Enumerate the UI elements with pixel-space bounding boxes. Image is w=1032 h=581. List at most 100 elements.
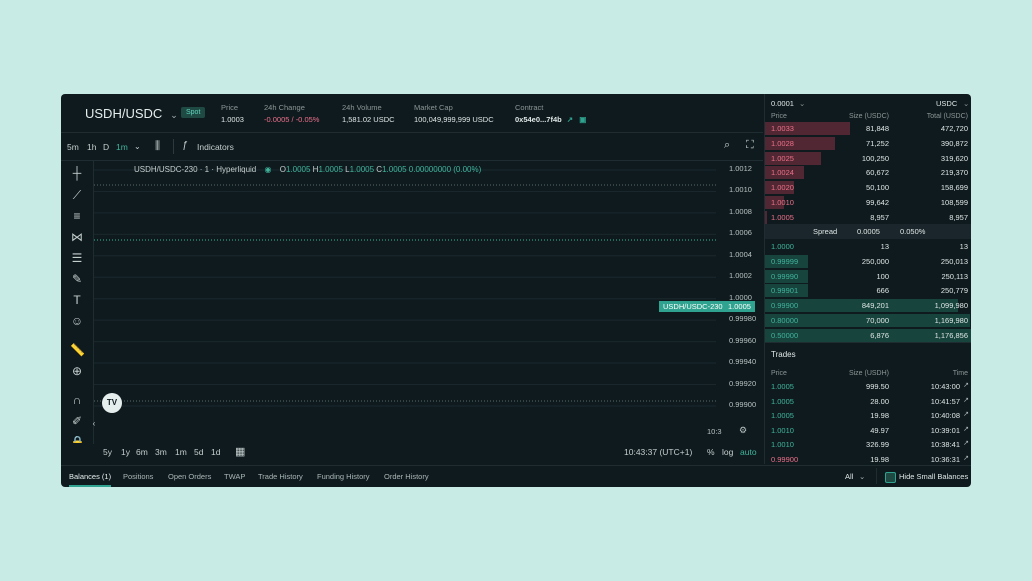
crosshair-icon[interactable]: ┼ (70, 166, 84, 180)
ask-row[interactable]: 1.0020 50,100 158,699 (765, 181, 971, 195)
pattern-icon[interactable]: ⋈ (70, 230, 84, 244)
fib-icon[interactable]: ☰ (70, 251, 84, 265)
ask-row[interactable]: 1.0033 81,848 472,720 (765, 122, 971, 136)
quote-select[interactable]: USDC (936, 99, 957, 108)
emoji-icon[interactable]: ☺ (70, 314, 84, 328)
range-3m[interactable]: 3m (155, 447, 167, 457)
external-link-icon[interactable]: ↗ (963, 425, 969, 433)
tradingview-logo[interactable]: TV (102, 393, 122, 413)
trendline-icon[interactable]: ⟋ (70, 188, 84, 202)
bid-row[interactable]: 0.99999 250,000 250,013 (765, 254, 971, 269)
range-5d[interactable]: 5d (194, 447, 203, 457)
filter-select[interactable]: All (845, 472, 853, 481)
trade-row[interactable]: 1.0005 19.98 10:40:08 ↗ (765, 409, 971, 423)
y-tick-label: 1.0002 (729, 271, 752, 281)
hide-small-checkbox[interactable] (885, 472, 896, 483)
interval-1h[interactable]: 1h (87, 142, 96, 152)
copy-icon[interactable]: ▣ (579, 115, 586, 124)
trade-row[interactable]: 1.0005 28.00 10:41:57 ↗ (765, 395, 971, 409)
ask-row[interactable]: 1.0025 100,250 319,620 (765, 151, 971, 166)
range-6m[interactable]: 6m (136, 447, 148, 457)
range-1m[interactable]: 1m (175, 447, 187, 457)
tab-positions[interactable]: Positions (123, 472, 153, 481)
trading-app: USDH/USDC ⌄ Spot Price 1.0003 24h Change … (61, 94, 971, 487)
external-link-icon[interactable]: ↗ (963, 439, 969, 447)
interval-5m[interactable]: 5m (67, 142, 79, 152)
row-total: 250,779 (940, 286, 968, 296)
interval-d[interactable]: D (103, 142, 109, 152)
range-1d[interactable]: 1d (211, 447, 220, 457)
percent-toggle[interactable]: % (707, 447, 715, 457)
bid-row[interactable]: 0.99990 100 250,113 (765, 269, 971, 284)
external-link-icon[interactable]: ↗ (963, 454, 969, 462)
settings-gear-icon[interactable]: ⚙ (739, 425, 747, 436)
fx-icon[interactable]: ƒ (182, 140, 188, 151)
trade-price: 1.0005 (771, 396, 794, 406)
stat-price: Price 1.0003 (221, 103, 244, 124)
external-link-icon[interactable]: ↗ (567, 115, 573, 124)
trades-col-price: Price (771, 370, 787, 377)
ask-row[interactable]: 1.0010 99,642 108,599 (765, 196, 971, 210)
row-total: 1,099,980 (934, 301, 968, 311)
row-size: 60,672 (866, 168, 889, 178)
bid-row[interactable]: 1.0000 13 13 (765, 240, 971, 254)
row-size: 13 (880, 242, 889, 251)
candles-icon[interactable]: ⫼ (155, 140, 160, 153)
trade-size: 999.50 (866, 382, 889, 391)
external-link-icon[interactable]: ↗ (963, 381, 969, 389)
clock-time[interactable]: 10:43:37 (UTC+1) (624, 447, 692, 457)
lock-draw-icon[interactable]: ✐ (70, 414, 84, 428)
range-1y[interactable]: 1y (121, 447, 130, 457)
price-plot[interactable]: USDH/USDC-230 · 1 · Hyperliquid ◉ O1.000… (94, 161, 716, 431)
auto-toggle[interactable]: auto (740, 447, 757, 457)
external-link-icon[interactable]: ↗ (963, 396, 969, 404)
tab-order-history[interactable]: Order History (384, 472, 429, 481)
brush-icon[interactable]: ✎ (70, 272, 84, 286)
trade-row[interactable]: 1.0010 49.97 10:39:01 ↗ (765, 424, 971, 438)
trade-row[interactable]: 1.0010 326.99 10:38:41 ↗ (765, 438, 971, 452)
chart-legend: USDH/USDC-230 · 1 · Hyperliquid ◉ O1.000… (134, 165, 482, 174)
zoom-in-icon[interactable]: ⊕ (70, 364, 84, 378)
calendar-icon[interactable]: ▦ (235, 445, 245, 458)
chevron-down-icon[interactable]: ⌄ (134, 142, 141, 151)
lock-icon[interactable]: 🔒 (70, 435, 84, 443)
chevron-down-icon[interactable]: ⌄ (963, 99, 969, 108)
tab-twap[interactable]: TWAP (224, 472, 245, 481)
tick-size-select[interactable]: 0.0001 (771, 99, 794, 108)
chevron-down-icon[interactable]: ⌄ (799, 99, 805, 108)
bid-row[interactable]: 0.99901 666 250,779 (765, 284, 971, 298)
tab-balances[interactable]: Balances (1) (69, 472, 112, 487)
indicators-button[interactable]: Indicators (197, 142, 234, 152)
range-5y[interactable]: 5y (103, 447, 112, 457)
ask-row[interactable]: 1.0024 60,672 219,370 (765, 166, 971, 180)
ask-row[interactable]: 1.0005 8,957 8,957 (765, 210, 971, 225)
text-icon[interactable]: T (70, 293, 84, 307)
external-link-icon[interactable]: ↗ (963, 410, 969, 418)
trades-title: Trades (771, 350, 796, 359)
interval-1m[interactable]: 1m (116, 142, 128, 152)
bid-row[interactable]: 0.80000 70,000 1,169,980 (765, 314, 971, 328)
bid-row[interactable]: 0.50000 6,876 1,176,856 (765, 328, 971, 343)
hide-small-label[interactable]: Hide Small Balances (899, 472, 968, 481)
log-toggle[interactable]: log (722, 447, 733, 457)
search-zoom-icon[interactable]: ⌕ (724, 139, 730, 152)
tab-funding-history[interactable]: Funding History (317, 472, 370, 481)
pair-selector[interactable]: USDH/USDC ⌄ (85, 106, 178, 121)
trade-row[interactable]: 1.0005 999.50 10:43:00 ↗ (765, 380, 971, 394)
magnet-icon[interactable]: ∩ (70, 393, 84, 407)
row-price: 1.0024 (771, 168, 794, 178)
row-price: 1.0028 (771, 138, 794, 148)
tab-trade-history[interactable]: Trade History (258, 472, 303, 481)
ruler-icon[interactable]: 📏 (70, 343, 85, 357)
y-tick-label: 1.0004 (729, 249, 752, 259)
chevron-down-icon[interactable]: ⌄ (859, 472, 865, 481)
trade-size: 49.97 (870, 425, 889, 435)
trade-price: 1.0010 (771, 440, 794, 450)
horizontal-lines-icon[interactable]: ≡ (70, 209, 84, 223)
col-size: Size (USDC) (848, 113, 889, 120)
bid-row[interactable]: 0.99900 849,201 1,099,980 (765, 299, 971, 313)
contract-address[interactable]: 0x54e0...7f4b (515, 115, 562, 124)
tab-open-orders[interactable]: Open Orders (168, 472, 211, 481)
fullscreen-icon[interactable]: ⛶ (746, 139, 754, 152)
ask-row[interactable]: 1.0028 71,252 390,872 (765, 136, 971, 151)
